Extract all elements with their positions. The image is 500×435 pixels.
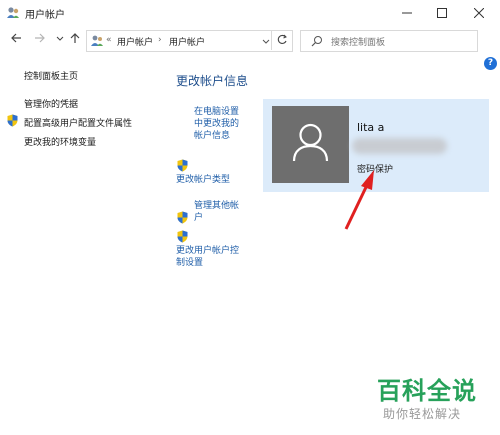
environment-variables-link[interactable]: 更改我的环境变量 [24, 135, 96, 148]
advanced-profile-properties-link[interactable]: 配置高级用户配置文件属性 [24, 116, 132, 129]
control-panel-icon [91, 35, 103, 46]
close-button[interactable] [462, 0, 496, 26]
account-name: lita a [357, 121, 385, 134]
close-icon [474, 8, 484, 18]
search-placeholder: 搜索控制面板 [331, 38, 386, 48]
back-arrow-icon [11, 33, 21, 43]
navigation-bar: « 用户帐户 › 用户帐户 搜索控制面板 [0, 26, 500, 54]
forward-button[interactable] [32, 32, 48, 48]
link-text-line: 管理其他帐 [194, 201, 240, 211]
link-text-line: 更改帐户类型 [176, 175, 231, 185]
search-icon [311, 36, 322, 47]
back-button[interactable] [8, 32, 24, 48]
change-account-type-link[interactable]: 更改帐户类型 [176, 174, 230, 186]
redacted-email [352, 138, 447, 154]
chevron-down-icon [56, 36, 64, 41]
breadcrumb-item[interactable]: 用户帐户 [117, 35, 153, 48]
minimize-button[interactable] [390, 0, 424, 26]
link-text-line: 帐户信息 [194, 131, 231, 141]
link-text-line: 户 [194, 213, 204, 223]
breadcrumb-separator: › [158, 35, 162, 45]
avatar[interactable] [272, 106, 349, 183]
watermark-title: 百科全说 [377, 377, 477, 405]
maximize-icon [437, 8, 447, 18]
refresh-icon [277, 34, 287, 44]
recent-dropdown[interactable] [52, 32, 68, 48]
user-accounts-icon [7, 7, 19, 18]
change-info-in-pc-settings-link[interactable]: 在电脑设置 中更改我的 帐户信息 [194, 106, 239, 142]
chevron-down-icon[interactable] [261, 37, 271, 47]
breadcrumb-item[interactable]: 用户帐户 [169, 35, 205, 48]
forward-arrow-icon [35, 33, 45, 43]
uac-shield-icon [177, 230, 188, 243]
link-text-line: 中更改我的 [194, 119, 240, 129]
control-panel-home-link[interactable]: 控制面板主页 [24, 69, 78, 82]
annotation-arrow [344, 170, 374, 230]
uac-shield-icon [177, 159, 188, 172]
help-button[interactable]: ? [484, 57, 497, 70]
link-text-line: 更改用户帐户控 [176, 246, 240, 256]
address-bar[interactable]: « 用户帐户 › 用户帐户 [86, 30, 293, 52]
up-button[interactable] [67, 32, 83, 48]
link-text-line: 在电脑设置 [194, 107, 240, 117]
uac-shield-icon [177, 211, 188, 224]
change-uac-settings-link[interactable]: 更改用户帐户控 制设置 [176, 245, 239, 269]
manage-credentials-link[interactable]: 管理你的凭据 [24, 97, 78, 110]
search-input[interactable]: 搜索控制面板 [300, 30, 478, 52]
minimize-icon [402, 12, 412, 14]
window-title: 用户帐户 [25, 10, 65, 21]
title-bar: 用户帐户 [0, 0, 500, 26]
breadcrumb-overflow[interactable]: « [106, 35, 112, 45]
account-status: 密码保护 [357, 165, 394, 175]
refresh-button[interactable] [271, 30, 292, 50]
user-icon [292, 123, 329, 162]
up-arrow-icon [70, 33, 80, 43]
manage-other-accounts-link[interactable]: 管理其他帐 户 [194, 200, 239, 224]
watermark-subtitle: 助你轻松解决 [383, 407, 462, 421]
uac-shield-icon [7, 114, 18, 127]
page-title: 更改帐户信息 [176, 74, 249, 88]
link-text-line: 制设置 [176, 258, 204, 268]
maximize-button[interactable] [425, 0, 459, 26]
